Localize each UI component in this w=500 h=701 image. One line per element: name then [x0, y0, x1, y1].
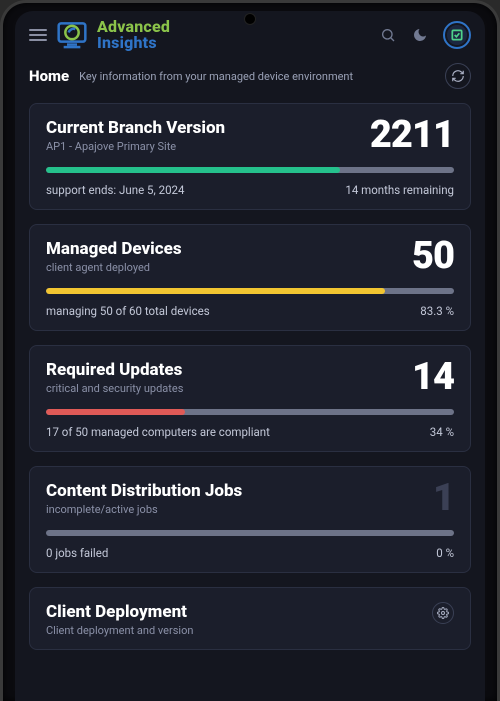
card-title: Current Branch Version [46, 118, 225, 138]
card-subtitle: critical and security updates [46, 382, 183, 395]
refresh-button[interactable] [445, 63, 471, 89]
progress-fill [46, 167, 340, 173]
screen: Advanced Insights Home Key information f… [15, 11, 485, 701]
progress-bar [46, 530, 454, 536]
card-branch-version[interactable]: Current Branch Version AP1 - Apajove Pri… [29, 103, 471, 210]
card-title: Content Distribution Jobs [46, 481, 242, 501]
top-icons [379, 21, 471, 49]
progress-bar [46, 167, 454, 173]
card-managed-devices[interactable]: Managed Devices client agent deployed 50… [29, 224, 471, 331]
logo-mark-icon [55, 20, 89, 50]
card-content-distribution[interactable]: Content Distribution Jobs incomplete/act… [29, 466, 471, 573]
card-foot-right: 14 months remaining [345, 183, 454, 197]
phone-frame: Advanced Insights Home Key information f… [0, 0, 500, 701]
card-value: 1 [433, 481, 454, 515]
progress-bar [46, 409, 454, 415]
card-subtitle: AP1 - Apajove Primary Site [46, 140, 225, 153]
card-client-deployment[interactable]: Client Deployment Client deployment and … [29, 587, 471, 650]
card-foot-right: 0 % [436, 546, 454, 560]
card-subtitle: incomplete/active jobs [46, 503, 242, 516]
card-foot-left: 0 jobs failed [46, 546, 108, 560]
card-value: 50 [412, 239, 454, 273]
dark-mode-icon[interactable] [411, 26, 429, 44]
avatar[interactable] [443, 21, 471, 49]
card-foot-left: managing 50 of 60 total devices [46, 304, 210, 318]
card-foot-left: 17 of 50 managed computers are compliant [46, 425, 270, 439]
menu-icon[interactable] [29, 29, 47, 41]
search-icon[interactable] [379, 26, 397, 44]
gear-icon[interactable] [432, 602, 454, 624]
card-value: 14 [412, 360, 454, 394]
brand-logo[interactable]: Advanced Insights [55, 19, 170, 51]
page-title: Home [29, 67, 69, 85]
card-title: Required Updates [46, 360, 183, 380]
card-value: 2211 [370, 118, 454, 152]
brand-line-2: Insights [97, 35, 170, 51]
progress-fill [46, 409, 185, 415]
brand-text: Advanced Insights [97, 19, 170, 51]
progress-bar [46, 288, 454, 294]
page-header: Home Key information from your managed d… [15, 57, 485, 103]
card-subtitle: client agent deployed [46, 261, 182, 274]
card-title: Managed Devices [46, 239, 182, 259]
card-foot-right: 34 % [430, 425, 454, 439]
front-camera [244, 13, 256, 25]
progress-fill [46, 288, 385, 294]
card-title: Client Deployment [46, 602, 193, 622]
card-subtitle: Client deployment and version [46, 624, 193, 637]
cards-container: Current Branch Version AP1 - Apajove Pri… [15, 103, 485, 650]
card-required-updates[interactable]: Required Updates critical and security u… [29, 345, 471, 452]
card-foot-left: support ends: June 5, 2024 [46, 183, 184, 197]
card-foot-right: 83.3 % [420, 304, 454, 318]
page-subtitle: Key information from your managed device… [79, 70, 435, 83]
